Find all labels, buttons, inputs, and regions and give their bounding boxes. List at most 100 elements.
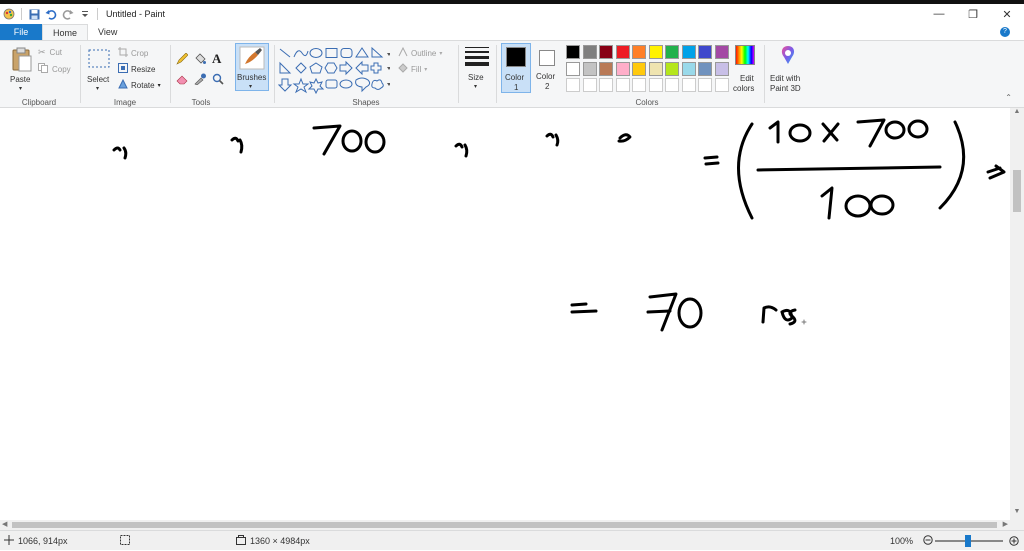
color1-number: 1	[514, 83, 519, 92]
fill-button[interactable]: Fill ▾	[398, 63, 427, 75]
eraser-icon[interactable]	[176, 73, 188, 87]
numerator-10x700	[768, 118, 929, 148]
magnifier-icon[interactable]	[212, 73, 224, 87]
palette-swatch[interactable]	[599, 61, 613, 76]
copy-button[interactable]: Copy	[38, 63, 71, 75]
help-icon[interactable]: ?	[1000, 27, 1010, 37]
ditto-mark	[545, 132, 560, 147]
custom-color-slot[interactable]	[599, 78, 613, 92]
palette-swatch[interactable]	[648, 61, 663, 76]
horizontal-scroll-thumb[interactable]	[12, 522, 997, 528]
brushes-button[interactable]: Brushes ▾	[235, 43, 269, 91]
custom-color-slot[interactable]	[681, 78, 696, 92]
ditto-mark	[112, 146, 128, 160]
save-icon[interactable]	[27, 7, 41, 21]
color2-button[interactable]: Color 2	[533, 43, 563, 93]
window-title: Untitled - Paint	[106, 9, 166, 19]
color-picker-icon[interactable]	[194, 73, 206, 87]
paint-app-icon[interactable]	[2, 7, 16, 21]
palette-swatch[interactable]	[648, 45, 663, 59]
horizontal-scrollbar[interactable]: ◀ ▶	[0, 520, 1010, 530]
custom-color-slot[interactable]	[632, 78, 646, 92]
select-label: Select	[87, 75, 110, 84]
custom-color-slot[interactable]	[582, 78, 597, 92]
fill-label: Fill	[411, 64, 422, 74]
palette-swatch[interactable]	[681, 61, 696, 76]
custom-color-slot[interactable]	[714, 78, 729, 92]
palette-swatch[interactable]	[698, 61, 712, 76]
fill-bucket-icon[interactable]	[194, 53, 206, 67]
color1-button[interactable]: Color 1	[501, 43, 531, 93]
palette-swatch[interactable]	[632, 61, 646, 76]
custom-color-slot[interactable]	[698, 78, 712, 92]
scroll-right-arrow-icon[interactable]: ▶	[1003, 520, 1008, 528]
quick-access-toolbar	[0, 4, 100, 24]
edit-with-paint3d-button[interactable]: Edit with Paint 3D	[768, 45, 808, 93]
scroll-left-arrow-icon[interactable]: ◀	[2, 520, 7, 528]
minimize-button[interactable]: —	[922, 4, 956, 24]
vertical-scrollbar[interactable]: ▲ ▼	[1010, 108, 1024, 520]
outline-button[interactable]: Outline ▾	[398, 46, 442, 59]
redo-icon[interactable]	[61, 7, 75, 21]
palette-swatch[interactable]	[698, 45, 712, 59]
tab-file[interactable]: File	[0, 24, 42, 40]
color-spectrum-icon	[735, 45, 755, 65]
custom-color-slot[interactable]	[665, 78, 679, 92]
image-size-icon	[236, 535, 246, 547]
palette-swatch[interactable]	[714, 45, 729, 59]
vertical-scroll-thumb[interactable]	[1013, 170, 1021, 212]
collapse-ribbon-icon[interactable]: ⌃	[1005, 93, 1012, 102]
fill-icon	[398, 63, 408, 75]
handwritten-70	[646, 292, 703, 332]
size-button[interactable]: Size ▾	[462, 45, 492, 93]
outline-icon	[398, 46, 408, 59]
shapes-group-label: Shapes	[352, 98, 380, 107]
palette-swatch[interactable]	[714, 61, 729, 76]
palette-swatch[interactable]	[566, 45, 580, 59]
shapes-group: Outline ▾ Fill ▾ Shapes	[276, 43, 456, 107]
cut-button[interactable]: ✂ Cut	[38, 47, 62, 58]
custom-color-slot[interactable]	[566, 78, 580, 92]
close-button[interactable]: ✕	[990, 4, 1024, 24]
scroll-down-arrow-icon[interactable]: ▼	[1010, 508, 1024, 520]
undo-icon[interactable]	[44, 7, 58, 21]
maximize-button[interactable]: ❐	[956, 4, 990, 24]
palette-swatch[interactable]	[665, 45, 679, 59]
tab-home[interactable]: Home	[42, 24, 89, 40]
palette-swatch[interactable]	[599, 45, 613, 59]
text-tool-icon[interactable]: A	[212, 51, 221, 67]
paste-icon	[12, 47, 32, 72]
customize-qat-icon[interactable]	[78, 7, 92, 21]
color1-label: Color	[505, 73, 525, 82]
select-button[interactable]: Select ▾	[84, 45, 114, 93]
rotate-button[interactable]: Rotate ▾	[118, 78, 161, 91]
pencil-icon[interactable]	[176, 52, 189, 67]
palette-swatch[interactable]	[615, 61, 630, 76]
brushes-label: Brushes	[237, 73, 267, 82]
palette-swatch[interactable]	[681, 45, 696, 59]
edit-colors-button[interactable]: Edit colors	[730, 45, 760, 93]
colors-group-label: Colors	[635, 98, 659, 107]
drawing-canvas[interactable]	[0, 108, 1010, 520]
palette-swatch[interactable]	[632, 45, 646, 59]
shapes-gallery[interactable]	[278, 45, 390, 95]
paste-button[interactable]: Paste ▾	[6, 45, 36, 93]
zoom-slider-thumb[interactable]	[965, 535, 971, 547]
tab-view[interactable]: View	[88, 24, 127, 40]
scroll-up-arrow-icon[interactable]: ▲	[1010, 108, 1024, 120]
custom-color-slot[interactable]	[648, 78, 663, 92]
palette-swatch[interactable]	[566, 61, 580, 76]
crop-button[interactable]: Crop	[118, 47, 148, 59]
handwritten-working	[112, 118, 1006, 332]
palette-swatch[interactable]	[615, 45, 630, 59]
select-rectangle-icon	[88, 49, 110, 68]
zoom-in-icon[interactable]	[1009, 536, 1019, 548]
palette-swatch[interactable]	[582, 45, 597, 59]
scroll-corner	[1010, 520, 1024, 530]
resize-button[interactable]: Resize	[118, 63, 155, 75]
qat-separator	[21, 8, 22, 20]
palette-swatch[interactable]	[665, 61, 679, 76]
zoom-out-icon[interactable]	[923, 535, 933, 547]
custom-color-slot[interactable]	[615, 78, 630, 92]
palette-swatch[interactable]	[582, 61, 597, 76]
